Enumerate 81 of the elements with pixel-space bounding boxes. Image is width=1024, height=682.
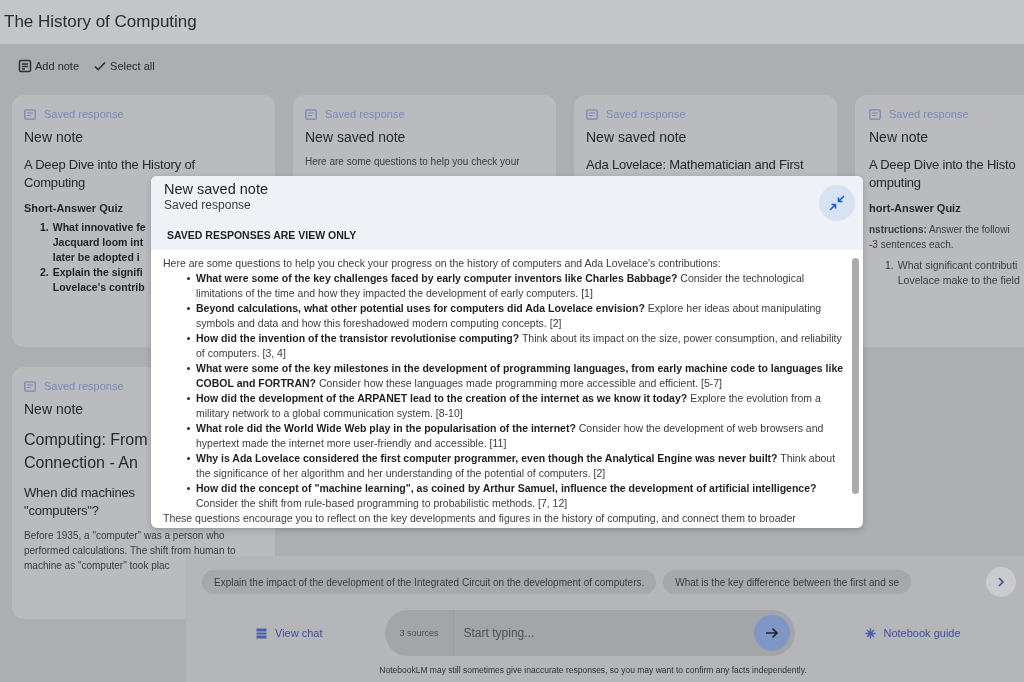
collapse-icon [829, 195, 845, 211]
note-text: -3 sentences each. [869, 238, 954, 252]
note-heading: Computing: From [24, 430, 148, 450]
note-text: performed calculations. The shift from human to [24, 544, 236, 558]
note-text: Lovelace make to the field [897, 273, 1020, 288]
check-icon [93, 59, 108, 73]
note-title: New saved note [586, 129, 687, 146]
note-heading: omputing [869, 174, 921, 192]
note-text: Here are some questions to help you check your [305, 155, 520, 169]
bullet-icon [187, 487, 190, 490]
send-button[interactable] [753, 615, 790, 651]
chevron-right-icon [997, 577, 1005, 587]
asterisk-icon [864, 627, 876, 639]
saved-response-label: Saved response [869, 107, 1024, 121]
saved-response-label: Saved response [24, 107, 263, 121]
add-note-button[interactable]: Add note [18, 56, 80, 76]
note-text: later be adopted i [52, 250, 140, 265]
note-text: nstructions: Answer the followi [869, 223, 1010, 237]
question-text: What were some of the key milestones in the development of programming languages, from early machine code to languages like COBOL and FORTRAN? Consider how these languages made programming more accessible and efficient. [5-7] [196, 361, 845, 391]
question-text: How did the development of the ARPANET lead to the creation of the internet as we know it today? Explore the evolution from a military network to a global communication system. [8-10] [196, 391, 822, 421]
suggestion-chip[interactable]: Explain the impact of the development of the Integrated Circuit on the development of computers. [202, 570, 657, 594]
notebook-guide-button[interactable]: Notebook guide [864, 627, 961, 639]
note-icon [18, 59, 32, 73]
suggestion-chip[interactable]: What is the key difference between the first and se [663, 570, 912, 594]
note-subheading: hort-Answer Quiz [869, 202, 961, 214]
note-heading: "computers"? [24, 502, 99, 520]
note-heading: Connection - An [24, 453, 138, 473]
message-input-field[interactable]: Start typing... [453, 625, 754, 641]
bullet-icon [187, 307, 190, 310]
question-text: How did the concept of "machine learning", as coined by Arthur Samuel, influence the development of artificial intelligence? Consider the shift from rule-based programming to probabilistic methods. [7, 12] [196, 481, 818, 511]
note-icon [305, 108, 317, 120]
note-text: Before 1935, a "computer" was a person who [24, 529, 225, 543]
saved-response-label: Saved response [586, 107, 825, 121]
note-text: What significant contributi [897, 258, 1018, 273]
note-title: New note [869, 129, 929, 146]
notebook-title: The History of Computing [4, 12, 197, 32]
collapse-button[interactable] [819, 185, 855, 221]
view-chat-button[interactable]: View chat [256, 627, 323, 639]
question-text: Why is Ada Lovelace considered the first computer programmer, even though the Analytical Engine was never built? Think about the significance of her algorithm and her understanding of the potential of computers. [2] [196, 451, 837, 481]
note-heading: A Deep Dive into the History of [24, 156, 195, 174]
bullet-icon [187, 457, 190, 460]
note-title: New note [24, 401, 84, 418]
note-card[interactable]: Saved response New note A Deep Dive into the Histo omputing hort-Answer Quiz nstructions: Answer the followi -3 sentences each. 1. What significant contributi Lovelace make to the field [855, 95, 1024, 347]
chat-input[interactable]: 3 sources Start typing... [384, 610, 795, 656]
note-icon [586, 108, 598, 120]
note-title: New saved note [305, 129, 406, 146]
closing-text: These questions encourage you to reflect on the key developments and figures in the history of computing, and connect them to broader [163, 511, 797, 526]
scrollbar-thumb[interactable] [852, 258, 859, 494]
note-title: New note [24, 129, 84, 146]
note-subheading: Short-Answer Quiz [24, 202, 123, 214]
item-number: 2. [40, 265, 49, 280]
bullet-icon [187, 397, 190, 400]
select-all-button[interactable]: Select all [93, 56, 155, 76]
question-text: What role did the World Wide Web play in the popularisation of the internet? Consider how the development of web browsers and hypertext made the internet more user-friendly and accessible. [11] [196, 421, 825, 451]
disclaimer-text: NotebookLM may still sometimes give inaccurate responses, so you may want to confirm any facts independently. [378, 665, 808, 675]
note-icon [869, 108, 881, 120]
bullet-icon [187, 277, 190, 280]
note-icon [24, 380, 36, 392]
view-only-notice: SAVED RESPONSES ARE VIEW ONLY [151, 221, 863, 250]
note-text: Lovelace's contrib [52, 280, 145, 295]
dialog-title: New saved note [164, 181, 268, 197]
note-text: Explain the signifi [52, 265, 143, 280]
note-text: Jacquard loom int [52, 235, 144, 250]
item-number: 1. [885, 258, 894, 273]
arrow-right-icon [764, 627, 779, 639]
bullet-icon [187, 367, 190, 370]
note-heading: A Deep Dive into the Histo [869, 156, 1016, 174]
dialog-subtitle: Saved response [164, 198, 252, 212]
bullet-icon [187, 337, 190, 340]
note-text: What innovative fe [52, 220, 146, 235]
note-heading: When did machines [24, 484, 135, 502]
note-heading: Ada Lovelace: Mathematician and First [586, 156, 804, 174]
next-button[interactable] [986, 567, 1016, 597]
list-icon [256, 627, 267, 639]
saved-response-label: Saved response [305, 107, 544, 121]
note-icon [24, 108, 36, 120]
item-number: 1. [40, 220, 49, 235]
note-heading: Computing [24, 174, 86, 192]
note-text: machine as "computer" took plac [24, 559, 170, 573]
sources-count: 3 sources [384, 610, 454, 656]
bullet-icon [187, 427, 190, 430]
